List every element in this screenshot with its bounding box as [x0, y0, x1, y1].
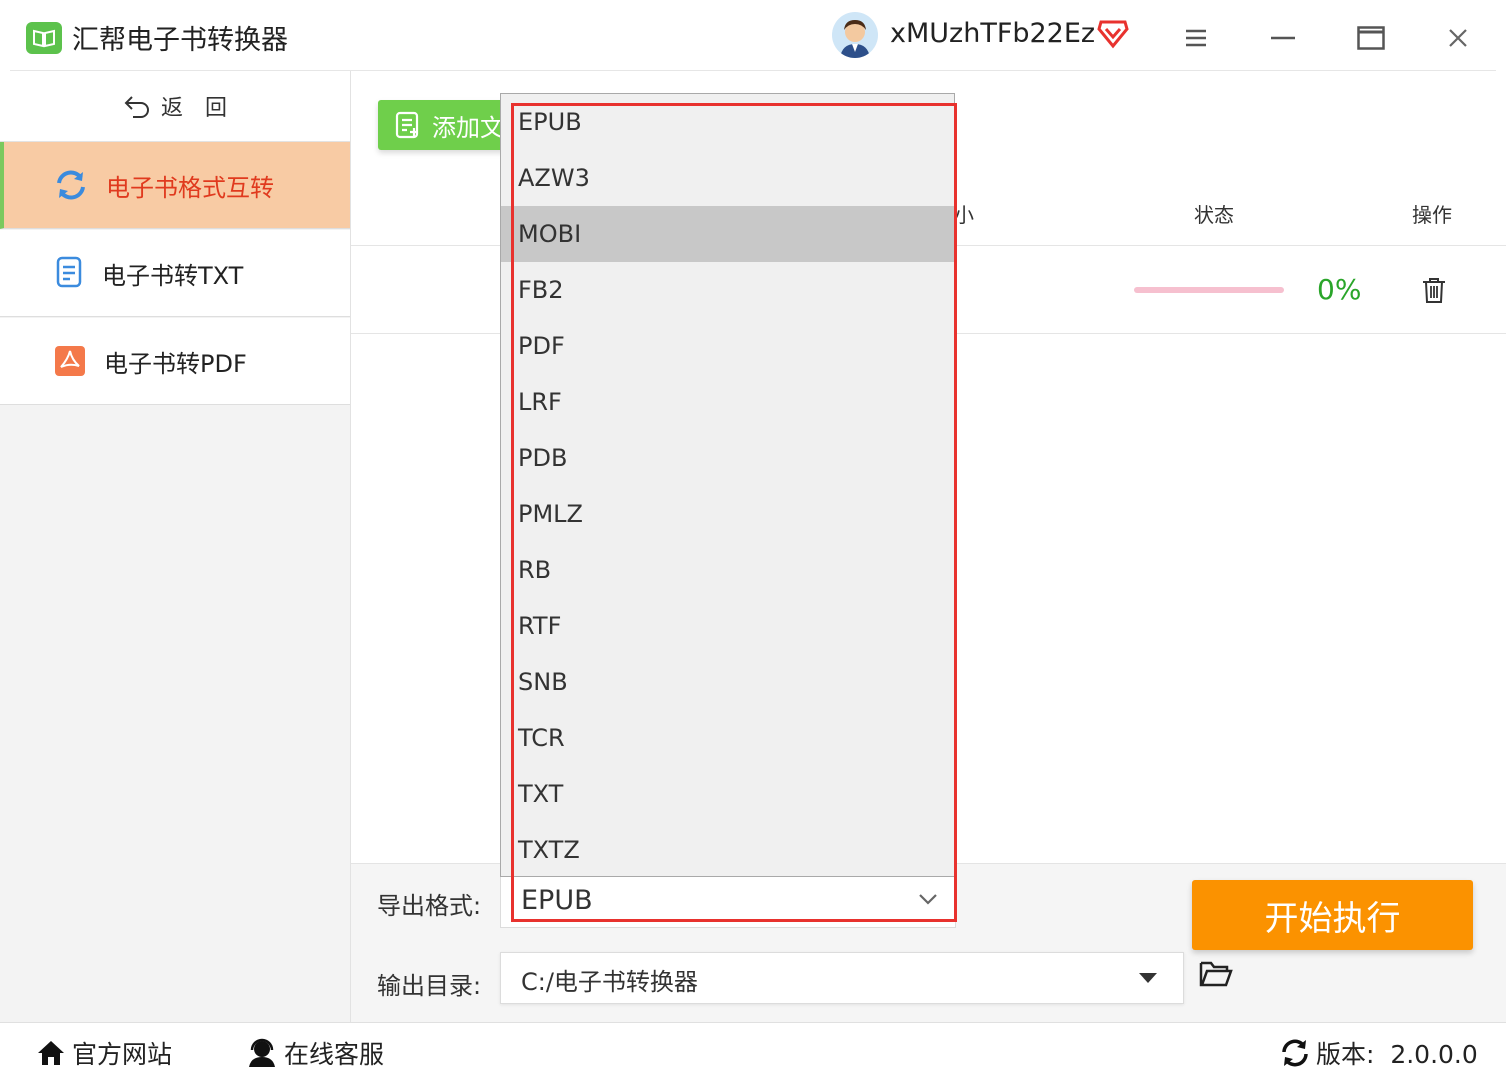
- version-label: 版本: 2.0.0.0: [1316, 1040, 1478, 1069]
- export-format-value: EPUB: [521, 885, 593, 916]
- home-icon: [38, 1041, 64, 1065]
- app-title: 汇帮电子书转换器: [72, 25, 288, 56]
- dropdown-option[interactable]: RTF: [501, 598, 954, 654]
- export-format-label: 导出格式:: [377, 892, 482, 920]
- sidebar: 返 回 电子书格式互转 电子书转TXT 电子书转PDF: [0, 71, 351, 1022]
- username[interactable]: xMUzhTFb22Ez: [890, 18, 1095, 49]
- online-support-label: 在线客服: [284, 1040, 385, 1069]
- official-website-link[interactable]: 官方网站: [36, 1035, 172, 1071]
- column-header-size[interactable]: 小: [954, 199, 974, 228]
- maximize-icon[interactable]: [1353, 20, 1389, 56]
- export-format-select[interactable]: EPUB: [500, 874, 956, 928]
- progress-bar: [1134, 287, 1284, 293]
- output-dir-label: 输出目录:: [377, 972, 482, 1000]
- back-button[interactable]: 返 回: [0, 71, 350, 142]
- pdf-icon: [55, 346, 85, 376]
- bottom-panel: 导出格式: EPUB 输出目录: C:/电子书转换器 开始执行: [351, 863, 1506, 1023]
- title-bar: 汇帮电子书转换器 xMUzhTFb22Ez: [0, 0, 1506, 72]
- dropdown-option[interactable]: FB2: [501, 262, 954, 318]
- dropdown-option[interactable]: RB: [501, 542, 954, 598]
- online-support-link[interactable]: 在线客服: [246, 1035, 384, 1071]
- dropdown-option[interactable]: AZW3: [501, 150, 954, 206]
- back-label: 返 回: [160, 96, 227, 121]
- refresh-icon: [57, 170, 85, 200]
- dropdown-option[interactable]: TXTZ: [501, 822, 954, 876]
- dropdown-option[interactable]: PMLZ: [501, 486, 954, 542]
- dropdown-option[interactable]: EPUB: [501, 94, 954, 150]
- dropdown-option[interactable]: TXT: [501, 766, 954, 822]
- trash-icon[interactable]: [1421, 276, 1447, 308]
- vip-diamond-icon[interactable]: [1096, 18, 1130, 54]
- version-info[interactable]: 版本: 2.0.0.0: [1280, 1035, 1478, 1071]
- back-arrow-icon: [124, 96, 149, 118]
- dropdown-option[interactable]: TCR: [501, 710, 954, 766]
- sidebar-item-label: 电子书转PDF: [104, 349, 247, 378]
- document-icon: [56, 256, 82, 288]
- close-icon[interactable]: [1440, 20, 1476, 56]
- sidebar-item-label: 电子书转TXT: [102, 261, 244, 290]
- dropdown-option[interactable]: SNB: [501, 654, 954, 710]
- caret-down-icon: [1139, 973, 1157, 983]
- folder-open-icon[interactable]: [1199, 959, 1233, 993]
- output-dir-select[interactable]: C:/电子书转换器: [500, 952, 1184, 1004]
- add-file-label: 添加文: [432, 113, 504, 142]
- official-website-label: 官方网站: [72, 1040, 173, 1069]
- menu-icon[interactable]: [1178, 20, 1214, 56]
- start-button[interactable]: 开始执行: [1192, 880, 1473, 950]
- dropdown-option-highlighted[interactable]: MOBI: [501, 206, 954, 262]
- sidebar-item-label: 电子书格式互转: [106, 173, 274, 202]
- column-header-action: 操作: [1412, 203, 1452, 227]
- sidebar-item-to-pdf[interactable]: 电子书转PDF: [0, 318, 350, 405]
- app-logo-icon: [26, 22, 62, 54]
- dropdown-option[interactable]: PDB: [501, 430, 954, 486]
- headset-icon: [249, 1038, 275, 1067]
- add-file-icon: [395, 111, 419, 139]
- status-bar: 官方网站 在线客服 版本: 2.0.0.0: [0, 1022, 1506, 1081]
- column-header-status: 状态: [1194, 203, 1234, 227]
- update-icon: [1282, 1039, 1308, 1067]
- sidebar-item-format-convert[interactable]: 电子书格式互转: [0, 142, 350, 229]
- output-dir-value: C:/电子书转换器: [521, 968, 698, 996]
- sidebar-item-to-txt[interactable]: 电子书转TXT: [0, 230, 350, 317]
- avatar[interactable]: [832, 12, 878, 58]
- progress-text: 0%: [1317, 273, 1362, 306]
- chevron-down-icon: [917, 891, 939, 910]
- format-dropdown-list[interactable]: EPUB AZW3 MOBI FB2 PDF LRF PDB PMLZ RB R…: [500, 93, 955, 877]
- dropdown-option[interactable]: PDF: [501, 318, 954, 374]
- dropdown-option[interactable]: LRF: [501, 374, 954, 430]
- minimize-icon[interactable]: [1265, 20, 1301, 56]
